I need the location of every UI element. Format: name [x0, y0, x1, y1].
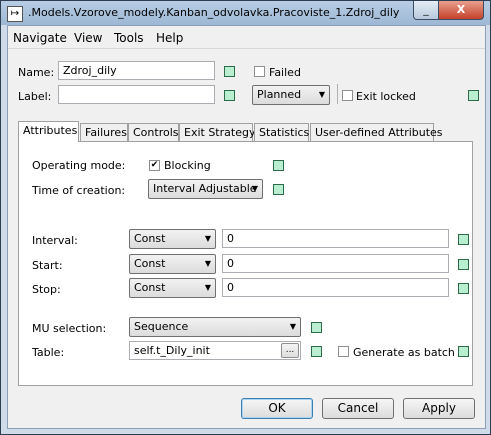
start-inherit-marker[interactable] — [458, 259, 469, 270]
chevron-down-icon: ▼ — [204, 234, 211, 243]
planned-select-value: Planned — [257, 88, 302, 101]
tab-controls[interactable]: Controls — [128, 123, 179, 141]
chevron-down-icon: ▼ — [204, 283, 211, 292]
exit-locked-checkbox[interactable] — [342, 90, 353, 101]
exit-locked-inherit-marker[interactable] — [468, 90, 479, 101]
time-of-creation-label: Time of creation: — [32, 184, 126, 197]
table-field[interactable]: self.t_Dily_init — [129, 341, 301, 360]
generate-batch-label: Generate as batch — [353, 346, 455, 359]
attributes-panel: Operating mode: ✔ Blocking Time of creat… — [18, 141, 473, 386]
tab-failures[interactable]: Failures — [80, 123, 128, 141]
mu-selection-label: MU selection: — [32, 322, 107, 335]
chevron-down-icon: ▼ — [289, 322, 296, 331]
menu-navigate[interactable]: Navigate — [13, 31, 67, 45]
window-title: .Models.Vzorove_modely.Kanban_odvolavka.… — [28, 6, 400, 19]
interval-field[interactable]: 0 — [222, 229, 449, 248]
blocking-label: Blocking — [164, 159, 211, 172]
interval-type-value: Const — [134, 232, 166, 245]
minimize-button[interactable]: _ — [413, 1, 439, 20]
interval-type-select[interactable]: Const ▼ — [129, 229, 216, 249]
tab-attributes[interactable]: Attributes — [18, 121, 79, 142]
chevron-down-icon: ▼ — [251, 184, 258, 193]
time-of-creation-value: Interval Adjustable — [153, 182, 257, 195]
stop-type-value: Const — [134, 281, 166, 294]
tab-exit-strategy[interactable]: Exit Strategy — [179, 123, 255, 141]
blocking-checkbox[interactable]: ✔ — [149, 160, 160, 171]
dialog-window: ↦ .Models.Vzorove_modely.Kanban_odvolavk… — [0, 0, 491, 435]
start-field[interactable]: 0 — [222, 254, 449, 273]
start-type-select[interactable]: Const ▼ — [129, 254, 216, 274]
generate-batch-inherit-marker[interactable] — [458, 346, 469, 357]
name-label: Name: — [18, 66, 55, 79]
title-bar[interactable]: ↦ .Models.Vzorove_modely.Kanban_odvolavk… — [1, 1, 490, 25]
tab-user-defined-attributes[interactable]: User-defined Attributes — [310, 123, 443, 141]
time-of-creation-select[interactable]: Interval Adjustable ▼ — [148, 179, 263, 199]
interval-inherit-marker[interactable] — [458, 234, 469, 245]
interval-label: Interval: — [32, 234, 78, 247]
start-label: Start: — [32, 259, 63, 272]
mu-selection-inherit-marker[interactable] — [311, 322, 322, 333]
name-field[interactable]: Zdroj_dily — [58, 61, 215, 80]
label-label: Label: — [18, 90, 52, 103]
time-of-creation-inherit-marker[interactable] — [273, 184, 284, 195]
stop-inherit-marker[interactable] — [458, 283, 469, 294]
table-inherit-marker[interactable] — [311, 346, 322, 357]
ok-button[interactable]: OK — [241, 398, 313, 419]
tab-statistics[interactable]: Statistics — [254, 123, 309, 141]
dialog-body: Navigate View Tools Help Name: Zdroj_dil… — [7, 25, 486, 429]
cancel-button[interactable]: Cancel — [322, 398, 394, 419]
mu-selection-select[interactable]: Sequence ▼ — [129, 317, 301, 337]
generate-batch-checkbox[interactable] — [338, 346, 349, 357]
menu-tools[interactable]: Tools — [114, 31, 144, 45]
label-inherit-marker[interactable] — [224, 90, 235, 101]
menu-bar: Navigate View Tools Help — [8, 26, 485, 49]
menu-view[interactable]: View — [74, 31, 102, 45]
arrow-into-box-icon: ↦ — [7, 6, 23, 22]
chevron-down-icon: ▼ — [204, 259, 211, 268]
operating-mode-inherit-marker[interactable] — [273, 160, 284, 171]
apply-button[interactable]: Apply — [403, 398, 475, 419]
stop-label: Stop: — [32, 283, 61, 296]
stop-type-select[interactable]: Const ▼ — [129, 278, 216, 298]
operating-mode-label: Operating mode: — [32, 159, 126, 172]
close-button[interactable]: X — [438, 1, 484, 20]
browse-table-button[interactable]: ... — [281, 343, 299, 358]
failed-checkbox[interactable] — [254, 66, 265, 77]
table-label: Table: — [32, 346, 65, 359]
label-field[interactable] — [58, 85, 215, 104]
planned-select[interactable]: Planned ▼ — [252, 85, 330, 105]
mu-selection-value: Sequence — [134, 320, 189, 333]
start-type-value: Const — [134, 257, 166, 270]
separator — [337, 84, 338, 104]
stop-field[interactable]: 0 — [222, 278, 449, 297]
name-inherit-marker[interactable] — [224, 66, 235, 77]
chevron-down-icon: ▼ — [318, 90, 325, 99]
exit-locked-label: Exit locked — [356, 90, 416, 103]
failed-label: Failed — [269, 66, 301, 79]
menu-help[interactable]: Help — [156, 31, 183, 45]
